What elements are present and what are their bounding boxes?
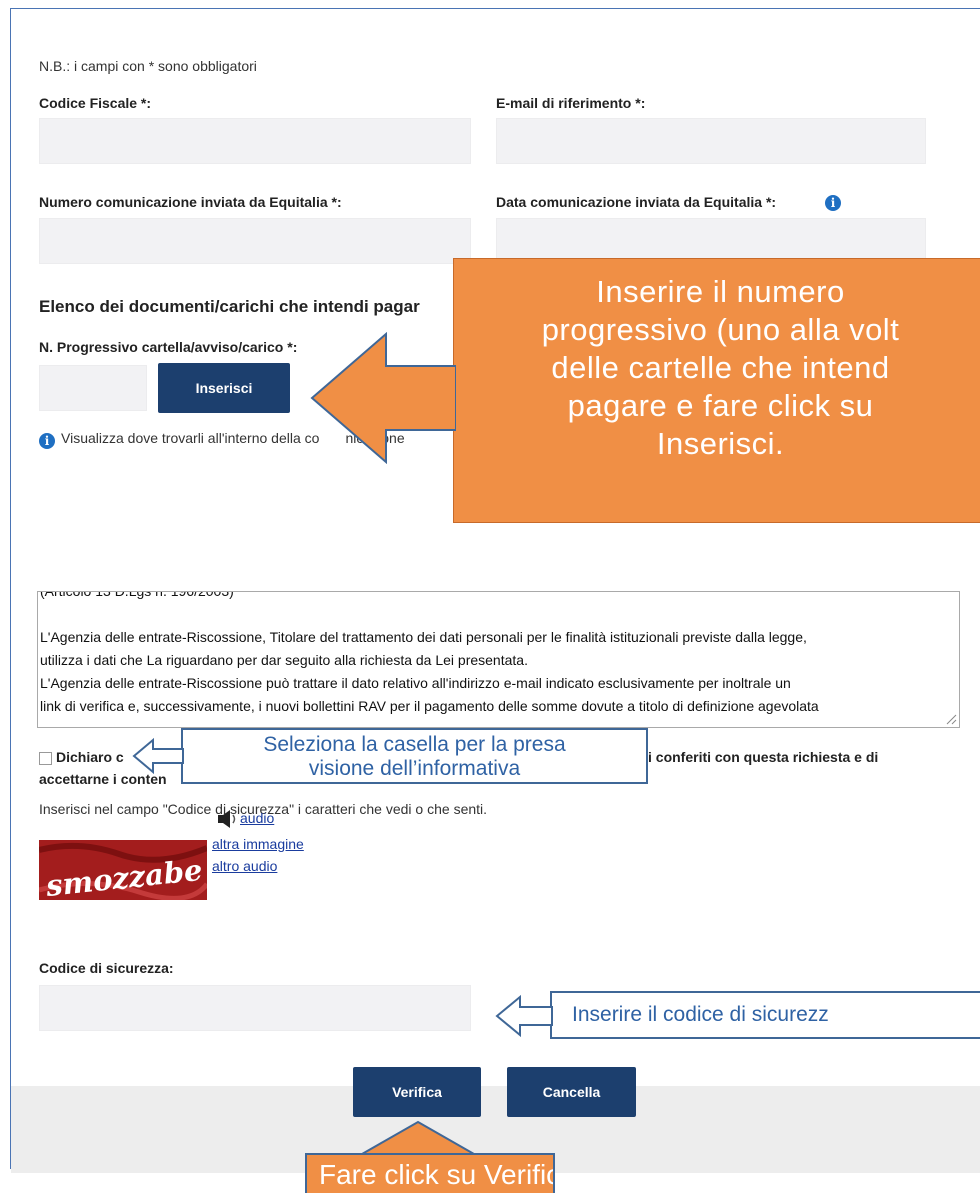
section-title: Elenco dei documenti/carichi che intendi…	[39, 297, 420, 316]
callout-line: delle cartelle che intend	[551, 350, 890, 385]
required-fields-note: N.B.: i campi con * sono obbligatori	[39, 58, 257, 74]
callout-line: progressivo (uno alla volt	[541, 312, 900, 347]
callout-line: Inserisci.	[656, 426, 785, 461]
orange-arrow-left-icon	[310, 332, 456, 464]
dichiaro-text-suffix: i conferiti con questa richiesta e di	[648, 749, 879, 765]
email-input[interactable]	[496, 118, 926, 164]
resize-grip-icon[interactable]	[945, 713, 957, 725]
instruction-callout-codice: Inserire il codice di sicurezz	[550, 991, 980, 1039]
codice-fiscale-input[interactable]	[39, 118, 471, 164]
info-icon: i	[39, 433, 55, 449]
callout-line: Seleziona la casella per la presa	[263, 733, 566, 756]
instruction-callout-checkbox: Seleziona la casella per la presa vision…	[181, 728, 648, 784]
audio-link[interactable]: audio	[240, 810, 274, 826]
informativa-line-empty	[38, 603, 959, 626]
data-comunicazione-label: Data comunicazione inviata da Equitalia …	[496, 194, 777, 210]
informativa-line: L'Agenzia delle entrate-Riscossione, Tit…	[40, 629, 807, 645]
informativa-line: L'Agenzia delle entrate-Riscossione può …	[40, 675, 791, 691]
codice-fiscale-label: Codice Fiscale *:	[39, 95, 152, 111]
instruction-callout-verifica: Fare click su Verifica	[305, 1153, 555, 1193]
speaker-icon[interactable]	[217, 810, 239, 828]
codice-sicurezza-label: Codice di sicurezza:	[39, 960, 174, 976]
email-label: E-mail di riferimento *:	[496, 95, 646, 111]
numero-comunicazione-label: Numero comunicazione inviata da Equitali…	[39, 194, 342, 210]
dichiaro-checkbox[interactable]	[39, 752, 52, 765]
verifica-button[interactable]: Verifica	[353, 1067, 481, 1117]
captcha-image: smozzabe	[39, 840, 207, 900]
altro-audio-link[interactable]: altro audio	[212, 858, 277, 874]
codice-sicurezza-input[interactable]	[39, 985, 471, 1031]
outline-arrow-left-icon	[495, 994, 553, 1038]
callout-line: visione dell’informativa	[308, 757, 521, 780]
progressivo-label: N. Progressivo cartella/avviso/carico *:	[39, 339, 298, 355]
cancella-button[interactable]: Cancella	[507, 1067, 636, 1117]
inserisci-button[interactable]: Inserisci	[158, 363, 290, 413]
orange-arrow-up-icon	[360, 1120, 476, 1156]
progressivo-input[interactable]	[39, 365, 147, 411]
dichiaro-text: Dichiaro c	[56, 749, 124, 765]
outline-arrow-left-icon	[132, 737, 184, 775]
altra-immagine-link[interactable]: altra immagine	[212, 836, 304, 852]
informativa-line: (Articolo 13 D.Lgs n. 196/2003)	[40, 591, 234, 599]
numero-comunicazione-input[interactable]	[39, 218, 471, 264]
informativa-textarea[interactable]: (Articolo 13 D.Lgs n. 196/2003) L'Agenzi…	[37, 591, 960, 728]
info-icon[interactable]: i	[825, 195, 841, 211]
callout-line: pagare e fare click su	[567, 388, 874, 423]
informativa-line: link di verifica e, successivamente, i n…	[40, 698, 819, 714]
informativa-line: utilizza i dati che La riguardano per da…	[40, 652, 528, 668]
visualizza-text: Visualizza dove trovarli all'interno del…	[61, 430, 320, 446]
instruction-callout-inserisci: Inserire il numero progressivo (uno alla…	[453, 258, 980, 523]
callout-line: Inserire il numero	[596, 274, 845, 309]
